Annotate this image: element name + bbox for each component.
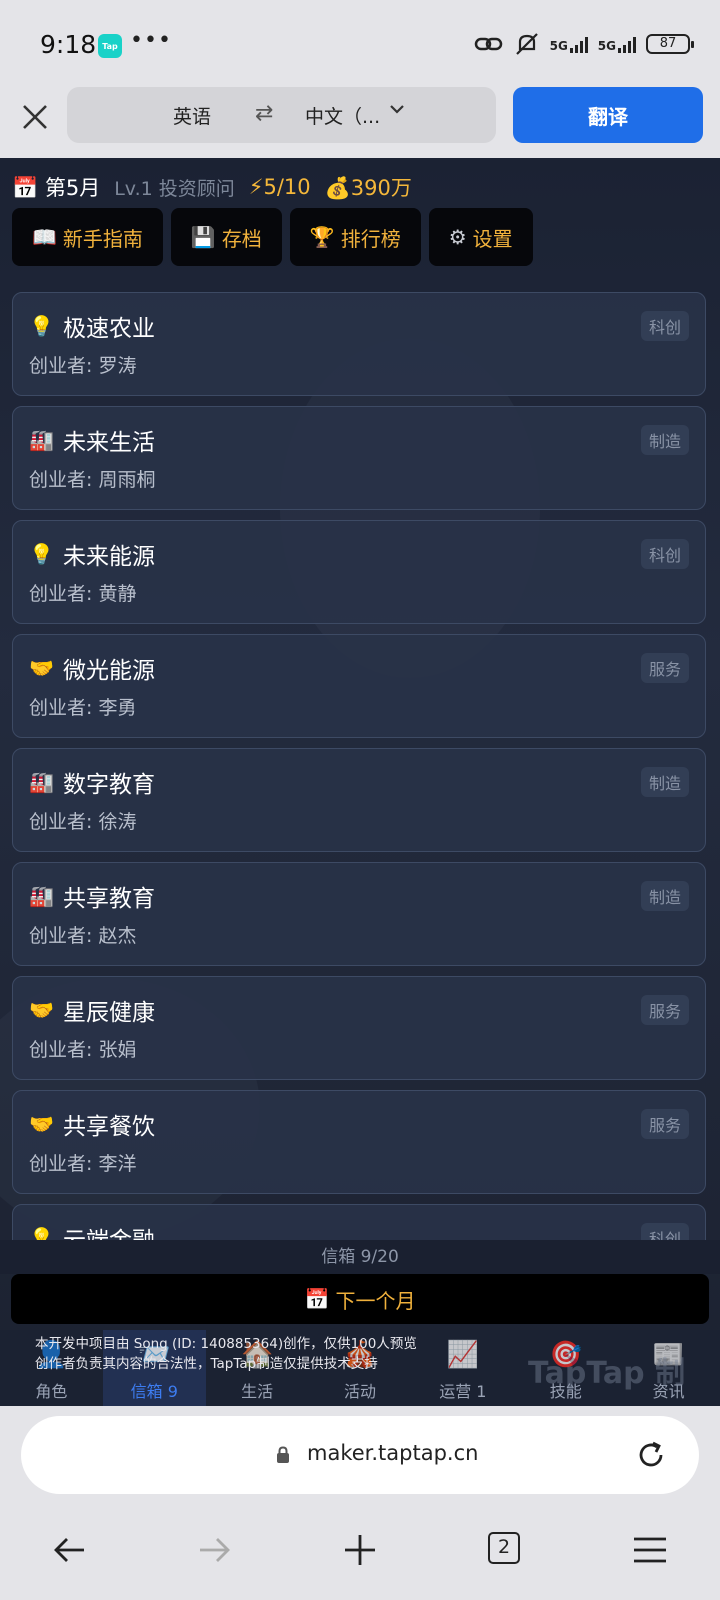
category-tag: 制造 <box>640 881 689 911</box>
tab-operations[interactable]: 📈 运营 1 <box>411 1330 514 1406</box>
startup-name: 未来能源 <box>63 544 155 570</box>
new-tab-icon[interactable] <box>340 1530 380 1570</box>
player-level: Lv.1 投资顾问 <box>114 177 235 200</box>
next-month-button[interactable]: 📅 下一个月 <box>11 1274 709 1324</box>
more-notifications-icon: ••• <box>130 28 172 53</box>
current-month: 📅 第5月 <box>12 176 101 200</box>
game-toolbar: 📖 新手指南 💾 存档 🏆 排行榜 ⚙ 设置 <box>12 208 533 266</box>
startup-name: 数字教育 <box>63 772 155 798</box>
translate-bar: 英语 ⇄ 中文（... 翻译 <box>0 86 720 158</box>
translate-button[interactable]: 翻译 <box>513 87 703 143</box>
status-right: 5G 5G 87 <box>474 32 694 56</box>
startup-card[interactable]: 🏭 未来生活 创业者: 周雨桐 制造 <box>12 406 706 510</box>
money-counter: 💰390万 <box>324 176 412 200</box>
startup-founder: 创业者: 李勇 <box>29 697 137 719</box>
gear-icon: ⚙ <box>448 225 467 249</box>
signal-2: 5G <box>598 35 636 53</box>
address-bar: maker.taptap.cn <box>0 1406 720 1502</box>
forward-icon[interactable] <box>194 1530 234 1570</box>
taptap-app-icon: Tap <box>98 34 122 58</box>
startup-founder: 创业者: 赵杰 <box>29 925 137 947</box>
bottom-tab-bar: 本开发中项目由 Song (ID: 140885364)创作，仅供100人预览 … <box>0 1330 720 1406</box>
calendar-icon: 📅 <box>304 1287 330 1311</box>
category-tag: 制造 <box>640 425 689 455</box>
startup-name: 共享教育 <box>63 886 155 912</box>
chart-up-icon: 📈 <box>446 1340 480 1370</box>
startup-name: 共享餐饮 <box>63 1114 155 1140</box>
startup-card[interactable]: 💡 未来能源 创业者: 黄静 科创 <box>12 520 706 624</box>
startup-list: 💡 极速农业 创业者: 罗涛 科创 🏭 未来生活 创业者: 周雨桐 制造 💡 未来能源… <box>12 292 708 1254</box>
settings-button[interactable]: ⚙ 设置 <box>428 208 533 266</box>
player-stats: 📅 第5月 Lv.1 投资顾问 ⚡5/10 💰390万 <box>12 172 412 202</box>
calendar-icon: 📅 <box>12 176 39 200</box>
category-tag: 服务 <box>640 653 689 683</box>
startup-founder: 创业者: 黄静 <box>29 583 137 605</box>
handshake-icon: 🤝 <box>29 998 54 1022</box>
startup-card[interactable]: 💡 极速农业 创业者: 罗涛 科创 <box>12 292 706 396</box>
url-field[interactable]: maker.taptap.cn <box>21 1416 699 1494</box>
save-button[interactable]: 💾 存档 <box>170 208 282 266</box>
lightbulb-icon: 💡 <box>29 542 54 566</box>
status-time: 9:18 <box>40 30 97 59</box>
swap-icon[interactable]: ⇄ <box>255 101 273 126</box>
startup-founder: 创业者: 周雨桐 <box>29 469 156 491</box>
energy-counter: ⚡5/10 <box>248 175 311 199</box>
game-view: 📅 第5月 Lv.1 投资顾问 ⚡5/10 💰390万 📖 新手指南 💾 存档 🏆 排… <box>0 158 720 1406</box>
factory-icon: 🏭 <box>29 884 54 908</box>
handshake-icon: 🤝 <box>29 1112 54 1136</box>
browser-nav: 2 <box>0 1502 720 1600</box>
category-tag: 服务 <box>640 1109 689 1139</box>
source-language[interactable]: 英语 <box>173 102 211 129</box>
back-icon[interactable] <box>50 1530 90 1570</box>
battery-icon: 87 <box>646 34 694 54</box>
reload-icon[interactable] <box>633 1437 669 1473</box>
startup-name: 星辰健康 <box>63 1000 155 1026</box>
startup-card[interactable]: 🤝 星辰健康 创业者: 张娟 服务 <box>12 976 706 1080</box>
trophy-icon: 🏆 <box>309 225 335 249</box>
lock-icon <box>277 1446 289 1463</box>
language-selector[interactable]: 英语 ⇄ 中文（... <box>67 87 496 143</box>
target-language[interactable]: 中文（... <box>305 102 380 129</box>
lightbulb-icon: 💡 <box>29 314 54 338</box>
startup-founder: 创业者: 罗涛 <box>29 355 137 377</box>
startup-card[interactable]: 🤝 微光能源 创业者: 李勇 服务 <box>12 634 706 738</box>
mailbox-status: 信箱 9/20 <box>0 1240 720 1274</box>
mute-bell-icon <box>515 33 538 55</box>
leaderboard-button[interactable]: 🏆 排行榜 <box>289 208 421 266</box>
taptap-watermark: TapTap 制 <box>528 1356 686 1391</box>
close-icon[interactable] <box>18 100 52 134</box>
factory-icon: 🏭 <box>29 770 54 794</box>
url-text[interactable]: maker.taptap.cn <box>307 1441 478 1465</box>
category-tag: 科创 <box>640 311 689 341</box>
category-tag: 服务 <box>640 995 689 1025</box>
factory-icon: 🏭 <box>29 428 54 452</box>
category-tag: 制造 <box>640 767 689 797</box>
menu-icon[interactable] <box>630 1530 670 1570</box>
handshake-icon: 🤝 <box>29 656 54 680</box>
startup-card[interactable]: 🏭 共享教育 创业者: 赵杰 制造 <box>12 862 706 966</box>
startup-card[interactable]: 🏭 数字教育 创业者: 徐涛 制造 <box>12 748 706 852</box>
startup-card[interactable]: 🤝 共享餐饮 创业者: 李洋 服务 <box>12 1090 706 1194</box>
startup-name: 未来生活 <box>63 430 155 456</box>
startup-name: 极速农业 <box>63 316 155 342</box>
tab-switcher-button[interactable]: 2 <box>488 1532 520 1564</box>
status-bar: 9:18 Tap ••• 5G 5G 87 <box>0 0 720 86</box>
chevron-down-icon[interactable] <box>388 100 406 118</box>
startup-founder: 创业者: 李洋 <box>29 1153 137 1175</box>
startup-founder: 创业者: 张娟 <box>29 1039 137 1061</box>
book-icon: 📖 <box>32 225 57 249</box>
signal-1: 5G <box>550 35 588 53</box>
link-icon <box>474 37 502 51</box>
preview-notice: 本开发中项目由 Song (ID: 140885364)创作，仅供100人预览 … <box>35 1336 417 1372</box>
startup-founder: 创业者: 徐涛 <box>29 811 137 833</box>
category-tag: 科创 <box>640 539 689 569</box>
startup-name: 微光能源 <box>63 658 155 684</box>
guide-button[interactable]: 📖 新手指南 <box>12 208 163 266</box>
floppy-icon: 💾 <box>190 225 216 249</box>
